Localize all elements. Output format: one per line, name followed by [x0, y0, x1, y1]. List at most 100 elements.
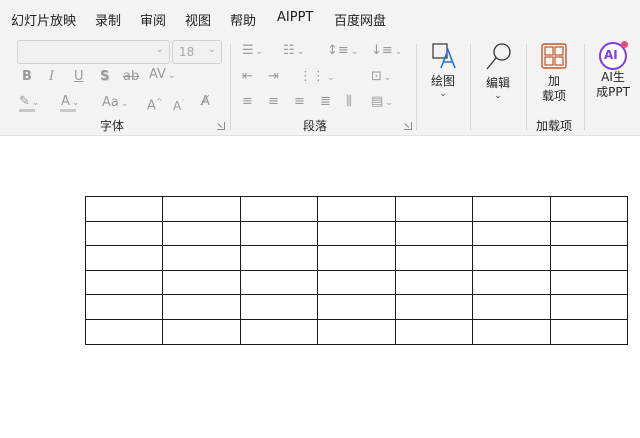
strikethrough-button[interactable]: ab [123, 69, 139, 85]
shadow-button[interactable]: S [100, 69, 109, 85]
sort-button[interactable]: ↓≡ ⌄ [371, 43, 402, 60]
distributed-button[interactable]: ⫼ [346, 94, 352, 110]
align-left-button[interactable]: ≡ [242, 94, 253, 110]
align-center-button[interactable]: ≡ [268, 94, 279, 110]
table-cell[interactable] [84, 294, 164, 320]
justify-button[interactable]: ≣ [320, 94, 331, 110]
table-cell[interactable] [394, 269, 474, 296]
table-cell[interactable] [239, 318, 319, 345]
ai-ppt-button[interactable]: AI AI生 成PPT [591, 41, 635, 100]
table-cell[interactable] [472, 220, 551, 247]
menu-baidu-netdisk[interactable]: 百度网盘 [334, 10, 386, 29]
menu-view[interactable]: 视图 [185, 10, 211, 29]
highlighter-icon: ✎ [19, 94, 30, 109]
table-cell[interactable] [84, 196, 164, 222]
table-cell[interactable] [394, 318, 474, 345]
dialog-launcher-icon[interactable] [217, 122, 225, 130]
table-cell[interactable] [84, 269, 164, 296]
increase-indent-button[interactable]: ⇥ [268, 69, 279, 85]
table-cell[interactable] [317, 294, 396, 320]
chevron-down-icon: ⌄ [385, 98, 393, 108]
table-cell[interactable] [162, 196, 241, 222]
table-cell[interactable] [162, 269, 241, 296]
table-cell[interactable] [472, 245, 551, 271]
italic-button[interactable]: I [49, 69, 54, 85]
dialog-launcher-icon[interactable] [404, 122, 412, 130]
table-row [84, 269, 629, 296]
table-cell[interactable] [317, 318, 396, 345]
font-name-combo[interactable]: ⌄ [17, 40, 170, 64]
table-cell[interactable] [317, 196, 396, 222]
table-cell[interactable] [162, 220, 241, 247]
addins-label-2: 载项 [541, 89, 566, 103]
font-size-combo[interactable]: 18 ⌄ [172, 40, 222, 64]
columns-button[interactable]: ⋮⋮ ⌄ [299, 69, 335, 86]
chevron-down-icon: ⌄ [383, 73, 392, 83]
ribbon: ⌄ 18 ⌄ B I U S ab AV ⌄ ✎ ⌄ A ⌄ Aa ⌄ A^ Aˇ A̸… [0, 36, 640, 136]
table-cell[interactable] [549, 196, 629, 222]
bullets-button[interactable]: ☰ ⌄ [242, 43, 263, 60]
table-cell[interactable] [84, 318, 164, 345]
increase-indent-icon: ⇥ [268, 69, 279, 84]
table-cell[interactable] [317, 269, 396, 296]
menu-help[interactable]: 帮助 [230, 10, 256, 29]
drawing-button[interactable]: 绘图 ⌄ [424, 42, 462, 99]
table-cell[interactable] [549, 294, 629, 320]
menu-slideshow[interactable]: 幻灯片放映 [11, 10, 76, 29]
table-cell[interactable] [549, 245, 629, 271]
align-center-icon: ≡ [268, 94, 279, 109]
table-cell[interactable] [394, 196, 474, 222]
clear-format-button[interactable]: A̸ [201, 94, 210, 110]
table-cell[interactable] [549, 269, 629, 296]
char-spacing-button[interactable]: AV ⌄ [149, 67, 176, 84]
menu-record[interactable]: 录制 [95, 10, 121, 29]
table-cell[interactable] [162, 294, 241, 320]
chevron-down-icon: ⌄ [255, 47, 264, 57]
change-case-button[interactable]: Aa ⌄ [102, 95, 128, 112]
highlight-color-bar [19, 109, 35, 112]
editing-button[interactable]: 编辑 ⌄ [479, 42, 517, 101]
numbering-button[interactable]: ☷ ⌄ [283, 43, 304, 60]
table-cell[interactable] [394, 245, 474, 271]
columns-icon: ⋮⋮ [299, 69, 325, 84]
distributed-icon: ⫼ [346, 94, 352, 109]
table-cell[interactable] [239, 220, 319, 247]
table-cell[interactable] [472, 269, 551, 296]
addins-button[interactable]: 加 载项 [533, 42, 575, 104]
table-cell[interactable] [394, 220, 474, 247]
underline-button[interactable]: U [74, 69, 84, 85]
menu-aippt[interactable]: AIPPT [277, 10, 313, 25]
line-spacing-button[interactable]: ↕≡ ⌄ [327, 43, 358, 60]
table-cell[interactable] [162, 245, 241, 271]
font-color-bar [60, 109, 76, 112]
table-cell[interactable] [84, 220, 164, 247]
table-cell[interactable] [239, 245, 319, 271]
decrease-indent-button[interactable]: ⇤ [242, 69, 253, 85]
menu-review[interactable]: 审阅 [140, 10, 166, 29]
font-size-value: 18 [179, 45, 195, 59]
shrink-font-label: A [173, 99, 182, 113]
table-cell[interactable] [549, 318, 629, 345]
ai-ppt-label-1: AI生 [601, 70, 625, 84]
slide-table[interactable] [84, 196, 629, 345]
shrink-font-button[interactable]: Aˇ [173, 95, 185, 114]
table-cell[interactable] [239, 269, 319, 296]
notification-dot [621, 41, 628, 48]
bold-button[interactable]: B [22, 69, 32, 85]
table-cell[interactable] [162, 318, 241, 345]
table-cell[interactable] [549, 220, 629, 247]
table-cell[interactable] [239, 294, 319, 320]
grow-font-button[interactable]: A^ [147, 94, 163, 114]
table-cell[interactable] [472, 318, 551, 345]
table-cell[interactable] [84, 245, 164, 271]
chevron-down-icon: ⌄ [31, 98, 40, 108]
align-text-button[interactable]: ▤ ⌄ [371, 94, 393, 111]
table-cell[interactable] [472, 294, 551, 320]
table-cell[interactable] [394, 294, 474, 320]
table-cell[interactable] [472, 196, 551, 222]
table-cell[interactable] [317, 245, 396, 271]
align-right-button[interactable]: ≡ [294, 94, 305, 110]
table-cell[interactable] [317, 220, 396, 247]
table-cell[interactable] [239, 196, 319, 222]
text-direction-button[interactable]: ⊡ ⌄ [371, 69, 391, 86]
